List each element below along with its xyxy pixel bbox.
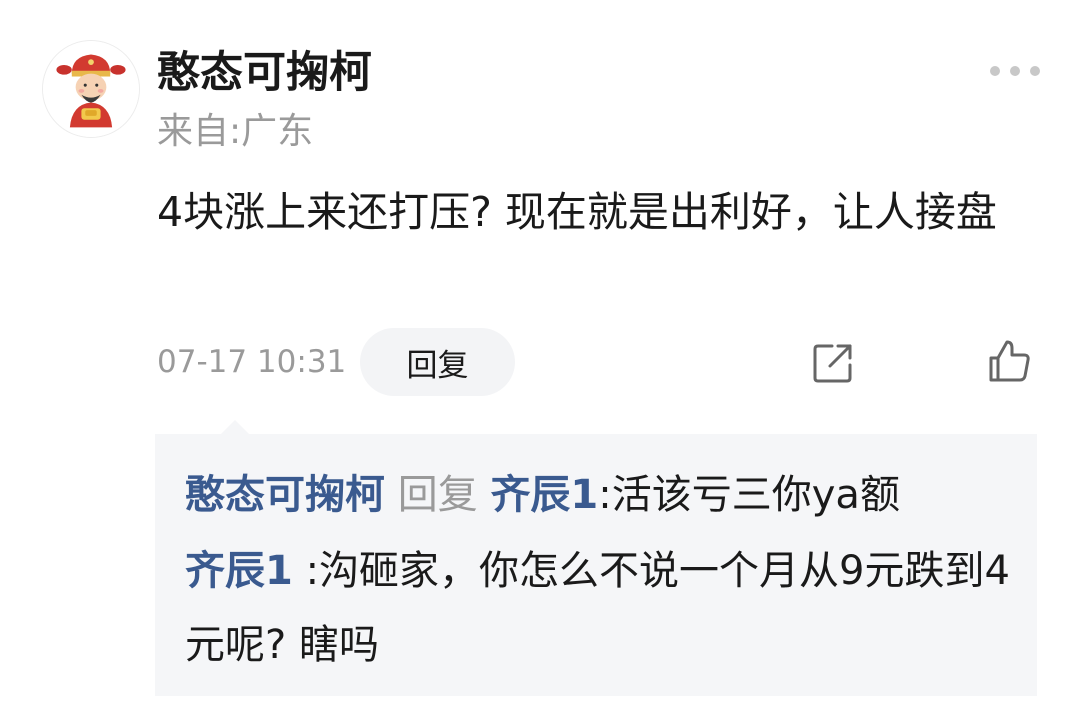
- reply-thread: 憨态可掬柯 回复 齐辰1:活该亏三你ya额 齐辰1 :沟砸家，你怎么不说一个月从…: [155, 420, 1037, 696]
- comment-card: 憨态可掬柯 来自:广东 4块涨上来还打压? 现在就是出利好，让人接盘 07-17…: [0, 0, 1080, 702]
- reply-author-name[interactable]: 憨态可掬柯: [185, 472, 385, 518]
- more-dot: [1010, 66, 1020, 76]
- thumbs-up-icon[interactable]: [986, 338, 1032, 384]
- more-dots-icon[interactable]: [990, 62, 1040, 80]
- comment-text: 4块涨上来还打压? 现在就是出利好，让人接盘: [157, 188, 997, 236]
- comment-timestamp: 07-17 10:31: [157, 344, 347, 380]
- reply-author-name[interactable]: 齐辰1: [185, 548, 293, 594]
- reply-target-name[interactable]: 齐辰1: [490, 472, 598, 518]
- comment-author-name[interactable]: 憨态可掬柯: [157, 44, 372, 102]
- more-dot: [990, 66, 1000, 76]
- more-dot: [1030, 66, 1040, 76]
- caishen-avatar-icon: [43, 41, 139, 137]
- reply-item: 憨态可掬柯 回复 齐辰1:活该亏三你ya额: [185, 458, 1025, 532]
- comment-location: 来自:广东: [157, 111, 314, 152]
- reply-keyword: 回复: [397, 472, 478, 518]
- reply-text: 活该亏三你ya额: [611, 472, 900, 518]
- reply-separator: :: [305, 548, 320, 594]
- reply-item: 齐辰1 :沟砸家，你怎么不说一个月从9元跌到4元呢? 瞎吗: [185, 534, 1025, 682]
- user-avatar[interactable]: [42, 40, 140, 138]
- reply-separator: :: [598, 472, 612, 518]
- reply-button[interactable]: 回复: [360, 328, 515, 396]
- share-icon[interactable]: [810, 340, 856, 386]
